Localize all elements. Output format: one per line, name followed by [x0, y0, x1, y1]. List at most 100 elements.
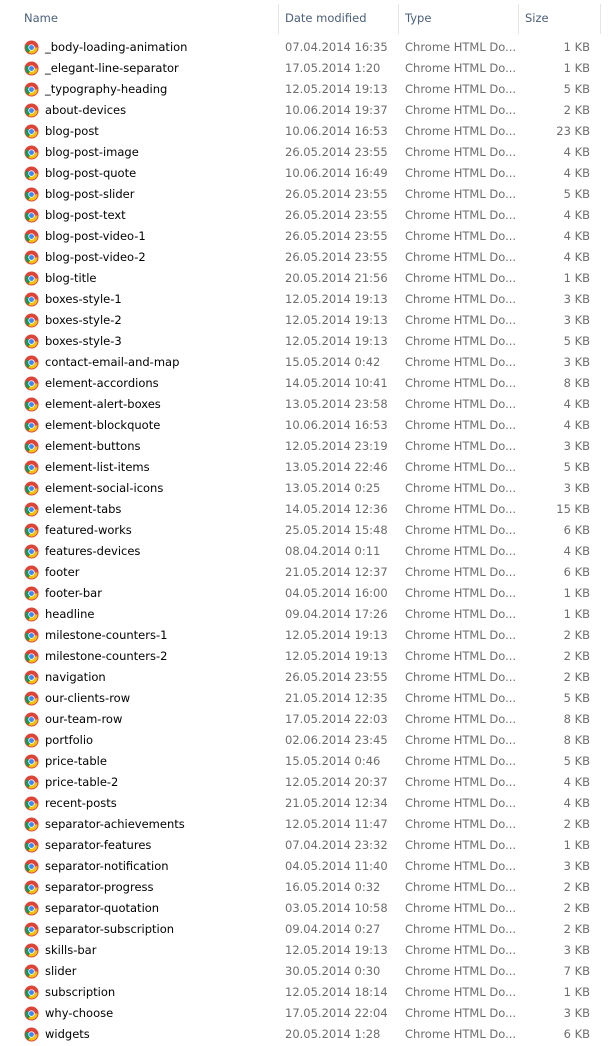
file-type: Chrome HTML Do... [405, 628, 517, 642]
file-row[interactable]: separator-features 07.04.2014 23:32 Chro… [0, 835, 608, 856]
file-size: 4 KB [563, 796, 590, 810]
file-row[interactable]: element-tabs 14.05.2014 12:36 Chrome HTM… [0, 499, 608, 520]
chrome-html-file-icon [24, 670, 39, 685]
file-date-modified: 10.06.2014 19:37 [285, 103, 388, 117]
column-header-type[interactable]: Type [405, 0, 431, 36]
file-row[interactable]: blog-post-video-2 26.05.2014 23:55 Chrom… [0, 247, 608, 268]
file-size: 5 KB [563, 754, 590, 768]
file-size: 3 KB [563, 859, 590, 873]
file-row[interactable]: element-blockquote 10.06.2014 16:53 Chro… [0, 415, 608, 436]
file-row[interactable]: separator-subscription 09.04.2014 0:27 C… [0, 919, 608, 940]
file-row[interactable]: skills-bar 12.05.2014 19:13 Chrome HTML … [0, 940, 608, 961]
file-type: Chrome HTML Do... [405, 817, 517, 831]
file-date-modified: 12.05.2014 19:13 [285, 628, 388, 642]
column-header-size[interactable]: Size [525, 0, 549, 36]
file-row[interactable]: element-social-icons 13.05.2014 0:25 Chr… [0, 478, 608, 499]
file-name: blog-post [45, 124, 99, 138]
file-size: 4 KB [563, 229, 590, 243]
file-row[interactable]: features-devices 08.04.2014 0:11 Chrome … [0, 541, 608, 562]
file-date-modified: 10.06.2014 16:49 [285, 166, 388, 180]
file-date-modified: 02.06.2014 23:45 [285, 733, 388, 747]
file-type: Chrome HTML Do... [405, 376, 517, 390]
chrome-html-file-icon [24, 103, 39, 118]
file-row[interactable]: recent-posts 21.05.2014 12:34 Chrome HTM… [0, 793, 608, 814]
column-divider[interactable] [600, 4, 601, 34]
chrome-html-file-icon [24, 817, 39, 832]
file-name: milestone-counters-1 [45, 628, 168, 642]
column-divider[interactable] [518, 4, 519, 34]
file-row[interactable]: featured-works 25.05.2014 15:48 Chrome H… [0, 520, 608, 541]
file-row[interactable]: blog-post-video-1 26.05.2014 23:55 Chrom… [0, 226, 608, 247]
chrome-html-file-icon [24, 334, 39, 349]
file-name: headline [45, 607, 95, 621]
file-row[interactable]: our-team-row 17.05.2014 22:03 Chrome HTM… [0, 709, 608, 730]
file-name: widgets [45, 1027, 90, 1041]
column-divider[interactable] [398, 4, 399, 34]
file-row[interactable]: milestone-counters-2 12.05.2014 19:13 Ch… [0, 646, 608, 667]
file-row[interactable]: element-list-items 13.05.2014 22:46 Chro… [0, 457, 608, 478]
chrome-html-file-icon [24, 208, 39, 223]
file-row[interactable]: footer-bar 04.05.2014 16:00 Chrome HTML … [0, 583, 608, 604]
file-type: Chrome HTML Do... [405, 523, 517, 537]
file-date-modified: 10.06.2014 16:53 [285, 418, 388, 432]
chrome-html-file-icon [24, 481, 39, 496]
file-date-modified: 21.05.2014 12:35 [285, 691, 388, 705]
file-row[interactable]: contact-email-and-map 15.05.2014 0:42 Ch… [0, 352, 608, 373]
file-row[interactable]: blog-post-slider 26.05.2014 23:55 Chrome… [0, 184, 608, 205]
file-row[interactable]: footer 21.05.2014 12:37 Chrome HTML Do..… [0, 562, 608, 583]
file-row[interactable]: price-table 15.05.2014 0:46 Chrome HTML … [0, 751, 608, 772]
file-type: Chrome HTML Do... [405, 922, 517, 936]
file-name: _typography-heading [45, 82, 168, 96]
file-size: 6 KB [563, 523, 590, 537]
file-row[interactable]: boxes-style-2 12.05.2014 19:13 Chrome HT… [0, 310, 608, 331]
file-size: 4 KB [563, 397, 590, 411]
file-row[interactable]: _typography-heading 12.05.2014 19:13 Chr… [0, 79, 608, 100]
file-row[interactable]: about-devices 10.06.2014 19:37 Chrome HT… [0, 100, 608, 121]
column-header-name[interactable]: Name [24, 0, 58, 36]
file-row[interactable]: blog-post 10.06.2014 16:53 Chrome HTML D… [0, 121, 608, 142]
file-size: 5 KB [563, 334, 590, 348]
file-date-modified: 20.05.2014 1:28 [285, 1027, 381, 1041]
chrome-html-file-icon [24, 250, 39, 265]
file-size: 1 KB [563, 61, 590, 75]
file-row[interactable]: separator-progress 16.05.2014 0:32 Chrom… [0, 877, 608, 898]
file-date-modified: 13.05.2014 0:25 [285, 481, 381, 495]
column-header-date-modified[interactable]: Date modified [285, 0, 367, 36]
file-row[interactable]: blog-post-quote 10.06.2014 16:49 Chrome … [0, 163, 608, 184]
file-name: skills-bar [45, 943, 97, 957]
file-row[interactable]: separator-notification 04.05.2014 11:40 … [0, 856, 608, 877]
file-row[interactable]: blog-post-image 26.05.2014 23:55 Chrome … [0, 142, 608, 163]
file-row[interactable]: element-accordions 14.05.2014 10:41 Chro… [0, 373, 608, 394]
file-row[interactable]: widgets 20.05.2014 1:28 Chrome HTML Do..… [0, 1024, 608, 1045]
file-row[interactable]: why-choose 17.05.2014 22:04 Chrome HTML … [0, 1003, 608, 1024]
file-row[interactable]: slider 30.05.2014 0:30 Chrome HTML Do...… [0, 961, 608, 982]
file-row[interactable]: separator-achievements 12.05.2014 11:47 … [0, 814, 608, 835]
file-name: boxes-style-1 [45, 292, 122, 306]
file-row[interactable]: blog-post-text 26.05.2014 23:55 Chrome H… [0, 205, 608, 226]
file-row[interactable]: navigation 26.05.2014 23:55 Chrome HTML … [0, 667, 608, 688]
file-row[interactable]: blog-title 20.05.2014 21:56 Chrome HTML … [0, 268, 608, 289]
file-type: Chrome HTML Do... [405, 796, 517, 810]
file-row[interactable]: element-alert-boxes 13.05.2014 23:58 Chr… [0, 394, 608, 415]
file-row[interactable]: boxes-style-1 12.05.2014 19:13 Chrome HT… [0, 289, 608, 310]
file-row[interactable]: _elegant-line-separator 17.05.2014 1:20 … [0, 58, 608, 79]
file-row[interactable]: portfolio 02.06.2014 23:45 Chrome HTML D… [0, 730, 608, 751]
file-row[interactable]: boxes-style-3 12.05.2014 19:13 Chrome HT… [0, 331, 608, 352]
file-row[interactable]: our-clients-row 21.05.2014 12:35 Chrome … [0, 688, 608, 709]
file-type: Chrome HTML Do... [405, 313, 517, 327]
file-row[interactable]: subscription 12.05.2014 18:14 Chrome HTM… [0, 982, 608, 1003]
file-row[interactable]: separator-quotation 03.05.2014 10:58 Chr… [0, 898, 608, 919]
chrome-html-file-icon [24, 565, 39, 580]
file-row[interactable]: _body-loading-animation 07.04.2014 16:35… [0, 37, 608, 58]
file-row[interactable]: milestone-counters-1 12.05.2014 19:13 Ch… [0, 625, 608, 646]
file-row[interactable]: element-buttons 12.05.2014 23:19 Chrome … [0, 436, 608, 457]
file-date-modified: 14.05.2014 12:36 [285, 502, 388, 516]
chrome-html-file-icon [24, 859, 39, 874]
column-divider[interactable] [278, 4, 279, 34]
file-name: why-choose [45, 1006, 114, 1020]
file-size: 2 KB [563, 901, 590, 915]
file-row[interactable]: headline 09.04.2014 17:26 Chrome HTML Do… [0, 604, 608, 625]
file-type: Chrome HTML Do... [405, 775, 517, 789]
file-date-modified: 26.05.2014 23:55 [285, 145, 388, 159]
file-row[interactable]: price-table-2 12.05.2014 20:37 Chrome HT… [0, 772, 608, 793]
